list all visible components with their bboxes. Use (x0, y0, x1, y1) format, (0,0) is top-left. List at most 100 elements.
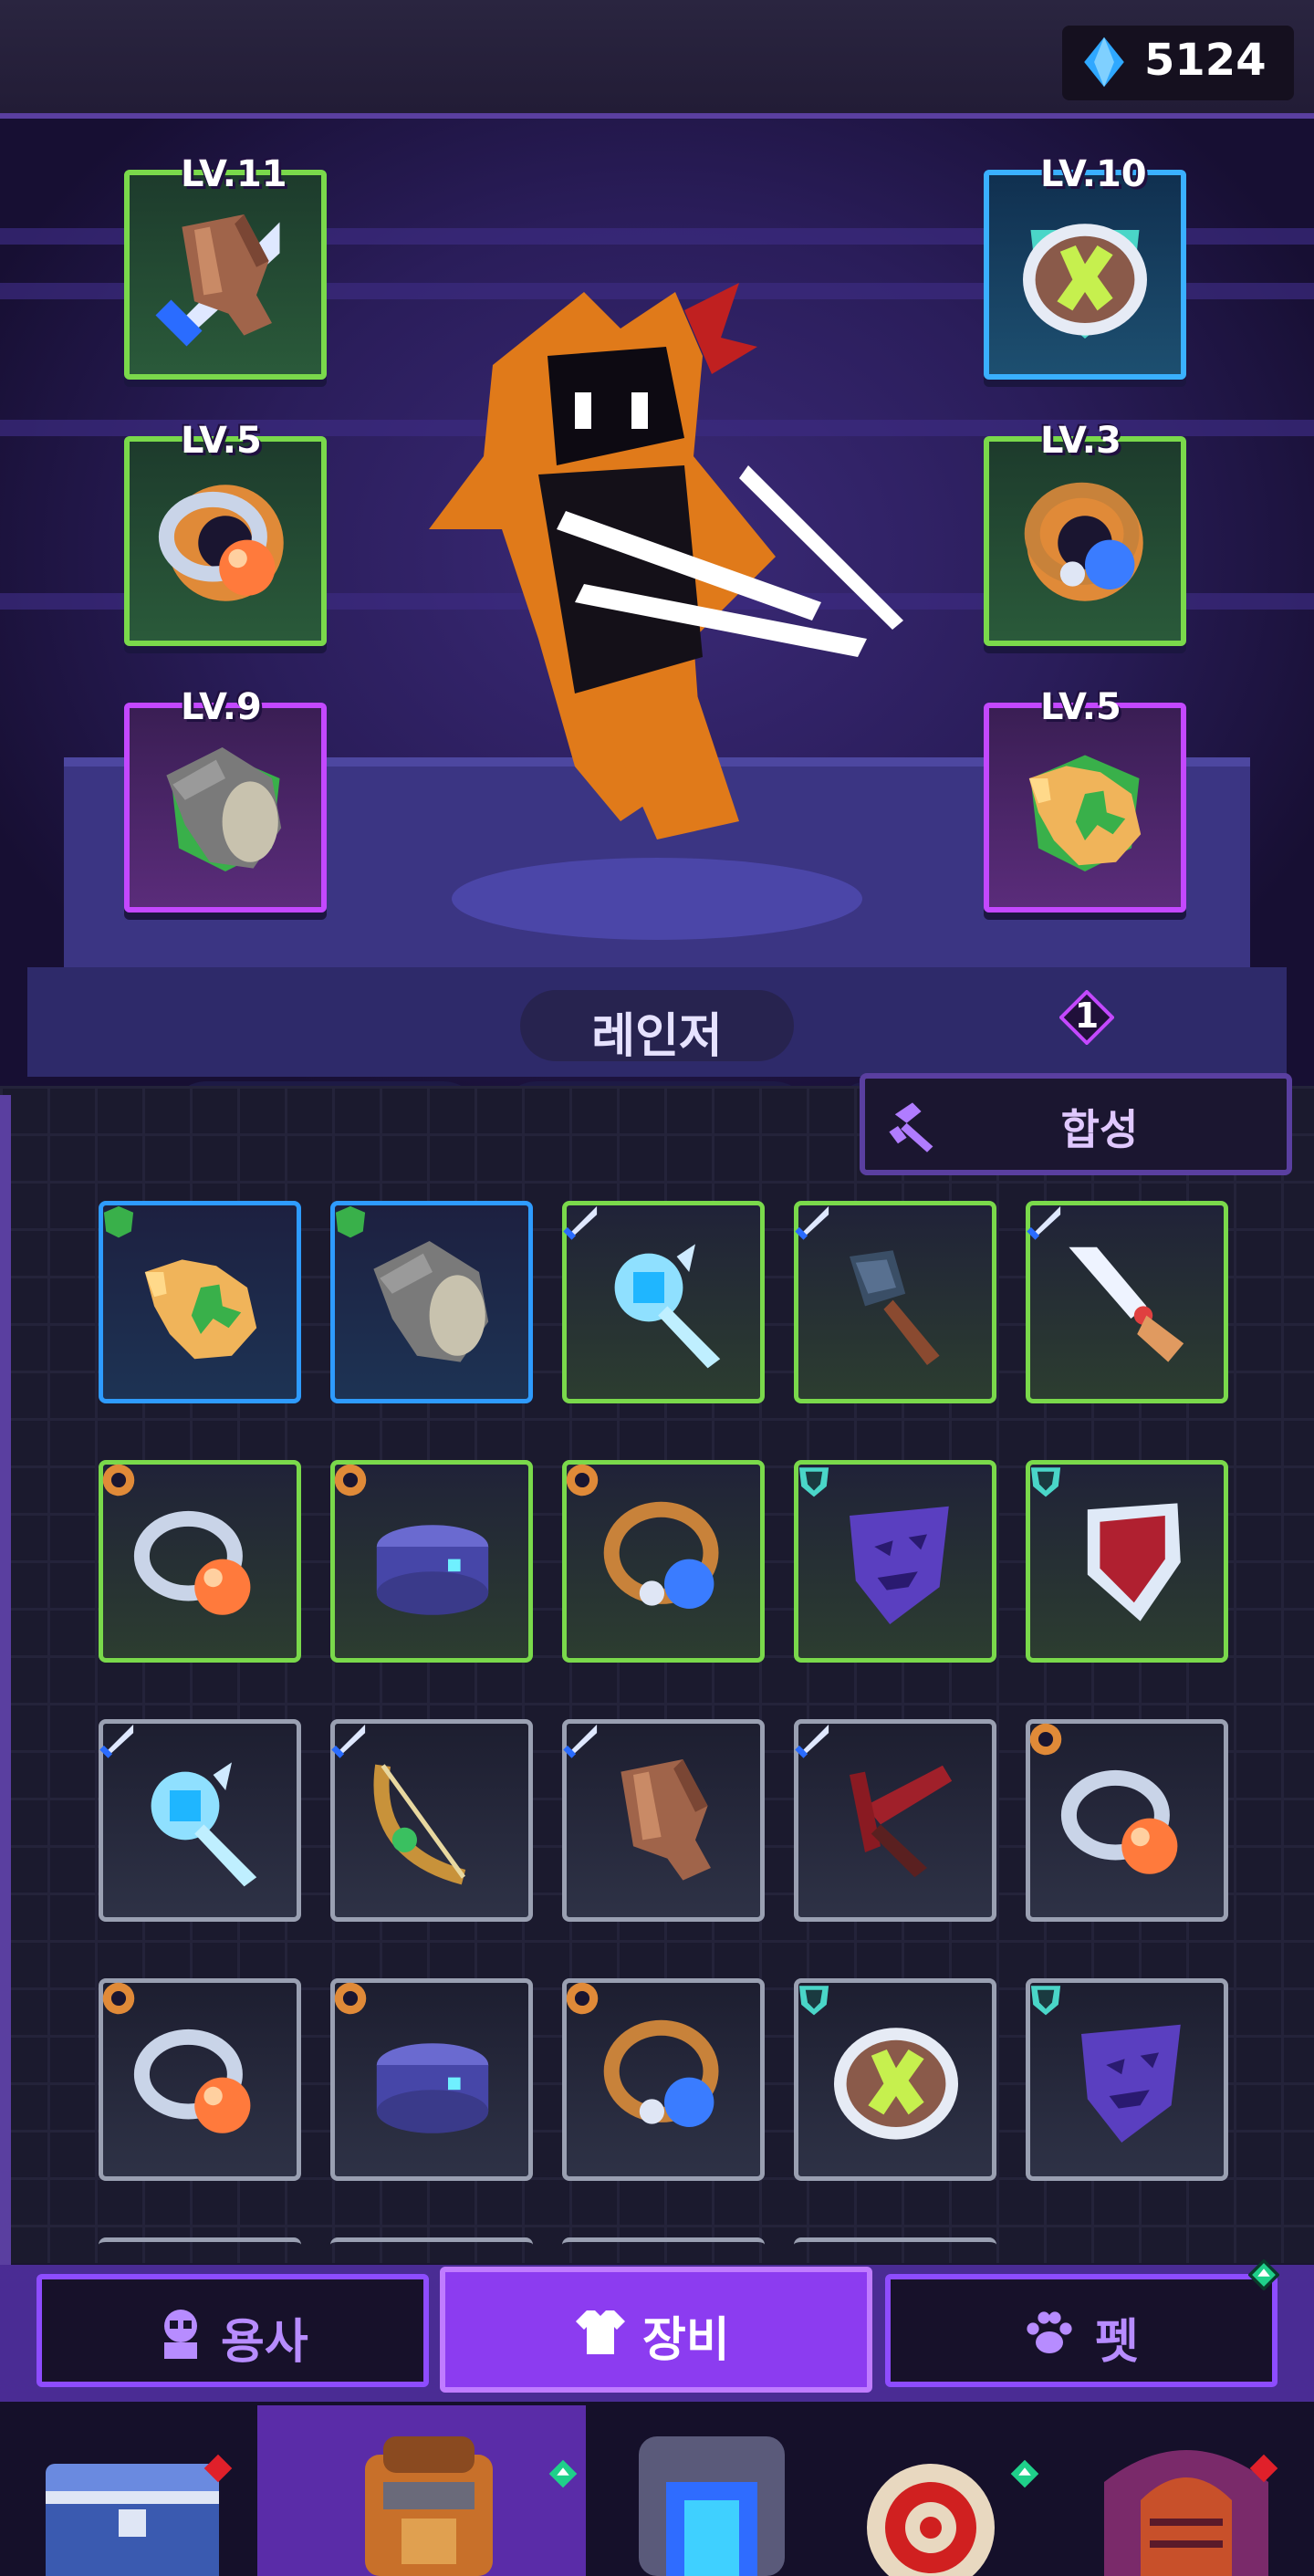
weapon-type-icon (561, 1718, 603, 1760)
round-shield-icon (1007, 199, 1163, 354)
inventory-slot-partial (330, 2237, 533, 2255)
top-bar: 5124 (0, 0, 1314, 119)
ring-orange-gem-icon (123, 1485, 278, 1640)
gem-counter[interactable]: 5124 (1062, 26, 1294, 100)
dagger-icon (1050, 1225, 1205, 1381)
inventory-slot[interactable] (99, 1978, 301, 2181)
equip-slot-armor[interactable]: LV.9 (124, 686, 327, 913)
shirt-icon (576, 2310, 625, 2354)
inventory-slot[interactable] (794, 1201, 996, 1403)
tab-pet[interactable]: 펫 (885, 2274, 1278, 2387)
golden-hand-icon (1007, 732, 1163, 887)
tab-label: 장비 (642, 2313, 730, 2368)
ice-staff-icon (587, 1225, 742, 1381)
accessory-type-icon (329, 1459, 371, 1501)
inventory-slot[interactable] (330, 1719, 533, 1922)
inventory-slot[interactable] (562, 1719, 765, 1922)
leather-glove-icon (148, 199, 303, 354)
inventory-slot[interactable] (794, 1719, 996, 1922)
equip-level: LV.3 (1040, 420, 1121, 462)
red-shield-icon (1050, 1485, 1205, 1640)
inventory-slot[interactable] (99, 1460, 301, 1663)
inventory-slot[interactable] (562, 1978, 765, 2181)
equip-slot-armor-2[interactable]: LV.5 (984, 686, 1186, 913)
leather-glove-icon (587, 1744, 742, 1899)
ring-orange-gem-icon (123, 2003, 278, 2158)
castle-door-icon[interactable] (1086, 2427, 1287, 2576)
blue-bracelet-icon (355, 1485, 510, 1640)
hero-icon (164, 2310, 197, 2359)
armor-type-icon (98, 1200, 140, 1242)
equip-slot-ring-2[interactable]: LV.3 (984, 420, 1186, 646)
paw-icon (1027, 2311, 1072, 2353)
gold-ring-blue-gem-icon (1007, 465, 1163, 621)
bow-icon (355, 1744, 510, 1899)
weapon-type-icon (561, 1200, 603, 1242)
weapon-type-icon (793, 1200, 835, 1242)
shield-type-icon (1025, 1459, 1067, 1501)
inventory-slot[interactable] (99, 1719, 301, 1922)
inventory-slot[interactable] (1026, 1978, 1228, 2181)
archery-target-icon[interactable] (840, 2427, 1022, 2576)
armor-type-icon (329, 1200, 371, 1242)
inventory-slot[interactable] (99, 1201, 301, 1403)
equip-slot-shield[interactable]: LV.10 (984, 153, 1186, 380)
equip-slot-weapon[interactable]: LV.11 (124, 153, 327, 380)
purple-mask-shield-icon (819, 1485, 974, 1640)
accessory-type-icon (561, 1977, 603, 2019)
inventory-slot[interactable] (330, 1460, 533, 1663)
round-shield-icon (819, 2003, 974, 2158)
equip-level: LV.10 (1040, 153, 1147, 195)
inventory-slot[interactable] (1026, 1201, 1228, 1403)
equip-level: LV.9 (181, 686, 262, 728)
equip-level: LV.5 (1040, 686, 1121, 728)
inventory-slot[interactable] (562, 1460, 765, 1663)
inventory-slot[interactable] (794, 1460, 996, 1663)
hero-name-plate: 레인저 (520, 990, 794, 1064)
mace-icon (819, 1225, 974, 1381)
blue-bracelet-icon (355, 2003, 510, 2158)
equip-slot-ring[interactable]: LV.5 (124, 420, 327, 646)
inventory-slot-partial (99, 2237, 301, 2255)
pet-count: 1 (1074, 996, 1100, 1036)
backpack-icon[interactable] (328, 2427, 529, 2576)
inventory-edge (0, 1095, 11, 2272)
synthesis-label: 합성 (1060, 1105, 1139, 1154)
crossbow-icon (819, 1744, 974, 1899)
gem-count: 5124 (1144, 35, 1267, 86)
gray-gauntlet-icon (148, 732, 303, 887)
portal-gate-icon[interactable] (630, 2427, 794, 2576)
equip-level: LV.11 (181, 153, 287, 195)
shield-type-icon (1025, 1977, 1067, 2019)
ranger-hero-sprite[interactable] (392, 256, 940, 940)
ring-orange-gem-icon (148, 465, 303, 621)
golden-hand-icon (123, 1225, 278, 1381)
treasure-chest-icon[interactable] (36, 2427, 237, 2576)
gray-gauntlet-icon (355, 1225, 510, 1381)
shield-type-icon (793, 1977, 835, 2019)
gold-ring-blue-gem-icon (587, 2003, 742, 2158)
inventory-slot-partial (794, 2237, 996, 2255)
synthesis-button[interactable]: 합성 (860, 1073, 1292, 1175)
weapon-type-icon (1025, 1200, 1067, 1242)
tab-hero[interactable]: 용사 (36, 2274, 429, 2387)
tab-equipment[interactable]: 장비 (440, 2267, 872, 2393)
tab-label: 펫 (1095, 2315, 1139, 2370)
accessory-type-icon (98, 1977, 140, 2019)
purple-mask-shield-icon (1050, 2003, 1205, 2158)
blue-gem-icon (1084, 37, 1124, 88)
inventory-slot[interactable] (562, 1201, 765, 1403)
ring-orange-gem-icon (1050, 1744, 1205, 1899)
accessory-type-icon (1025, 1718, 1067, 1760)
accessory-type-icon (98, 1459, 140, 1501)
weapon-type-icon (98, 1718, 140, 1760)
notify-up-icon (1010, 2459, 1039, 2488)
inventory-slot[interactable] (1026, 1460, 1228, 1663)
inventory-slot[interactable] (330, 1201, 533, 1403)
equip-level: LV.5 (181, 420, 262, 462)
inventory-slot[interactable] (794, 1978, 996, 2181)
inventory-slot[interactable] (330, 1978, 533, 2181)
notify-dot-icon (203, 2454, 233, 2483)
inventory-slot[interactable] (1026, 1719, 1228, 1922)
inventory-slot-partial (562, 2237, 765, 2255)
